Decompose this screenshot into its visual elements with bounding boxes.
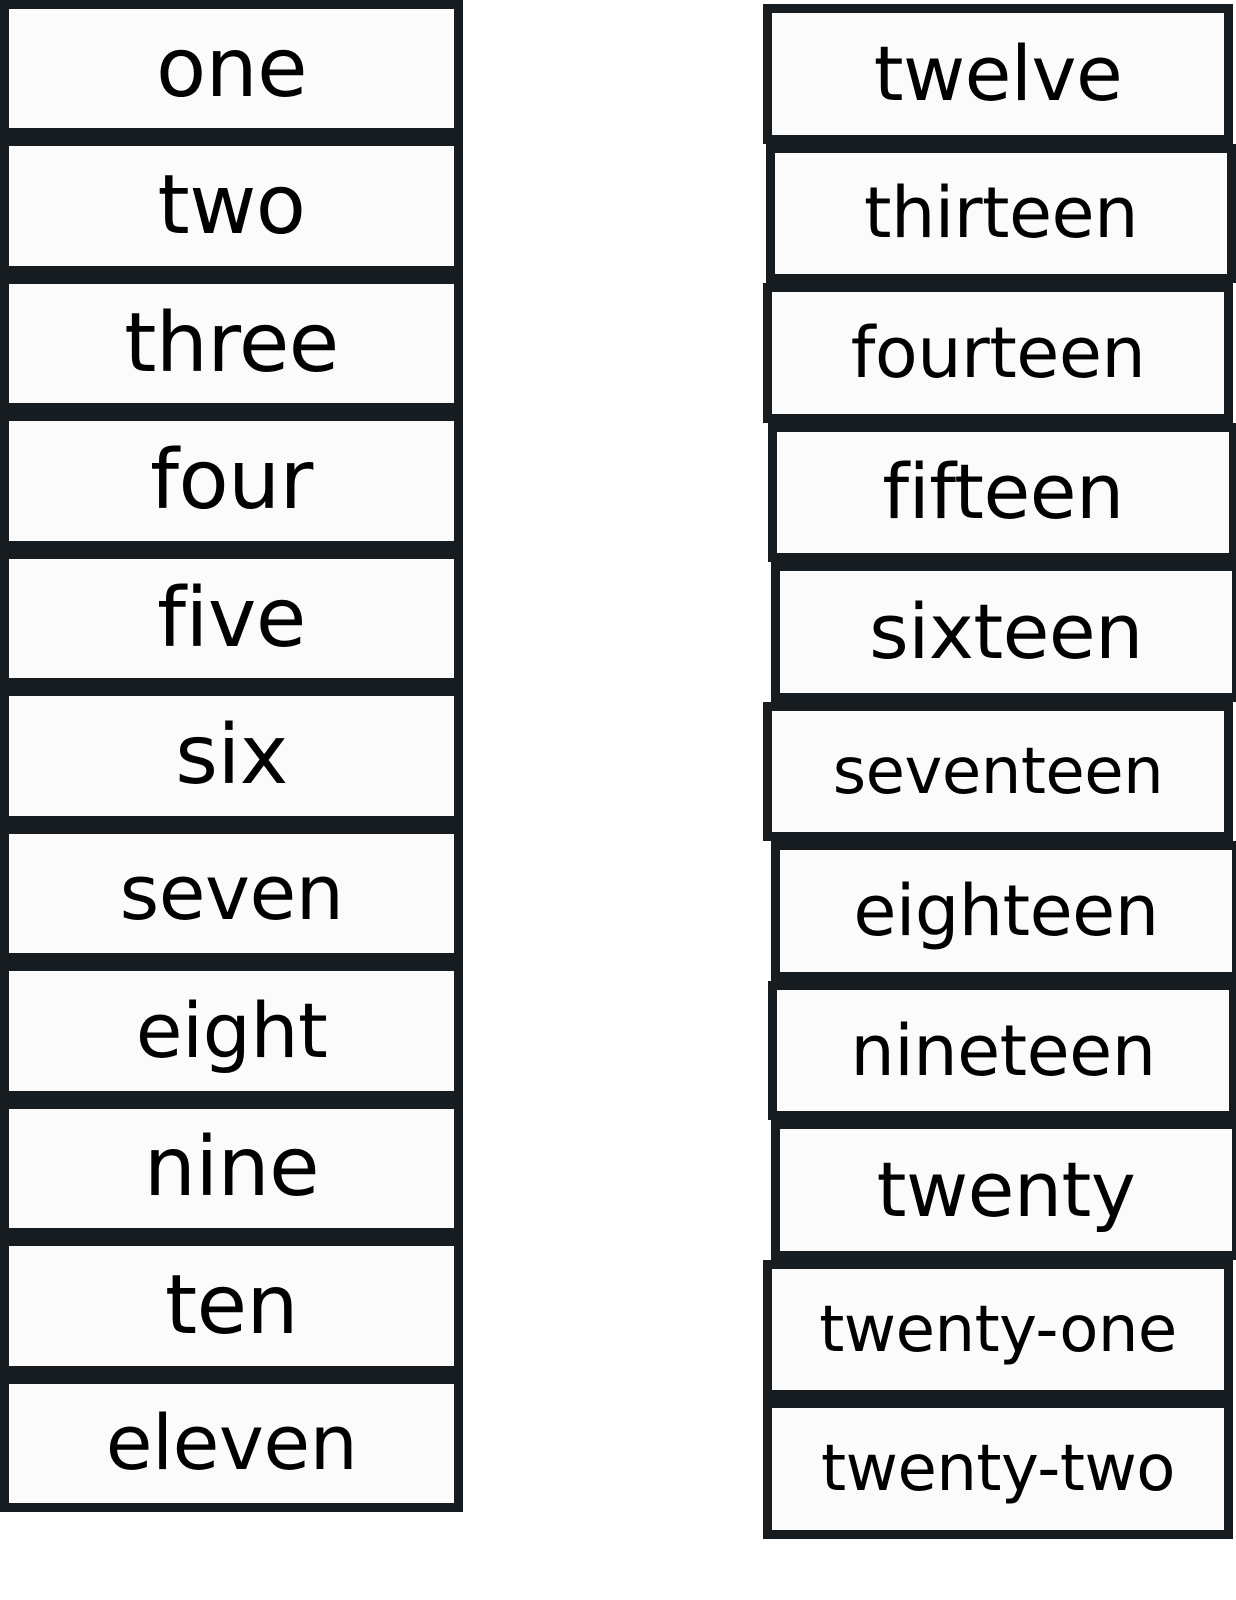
word-card-label: eighteen	[853, 870, 1159, 953]
word-card-label: one	[155, 20, 308, 116]
word-card-label: five	[157, 570, 306, 666]
word-card-label: twenty-two	[821, 1432, 1175, 1507]
word-card[interactable]: two	[0, 137, 463, 275]
word-card-label: fourteen	[850, 311, 1146, 394]
word-card[interactable]: nineteen	[768, 980, 1236, 1121]
word-card-face: five	[9, 558, 454, 679]
word-card[interactable]: sixteen	[771, 562, 1236, 702]
word-card-face: nineteen	[777, 989, 1229, 1112]
word-card-label: four	[150, 433, 313, 529]
word-card-label: two	[157, 158, 306, 254]
word-card[interactable]: five	[0, 549, 463, 688]
word-card-label: twelve	[873, 28, 1123, 118]
word-card-face: twenty-one	[772, 1268, 1224, 1391]
word-card-label: eight	[135, 985, 328, 1075]
word-card-column-right: twelve thirteen fourteen fifteen sixteen	[763, 4, 1236, 1540]
word-card-face: seventeen	[772, 710, 1224, 833]
word-card[interactable]: twelve	[763, 4, 1233, 144]
word-card-face: eighteen	[780, 850, 1232, 972]
word-card-face: ten	[9, 1246, 454, 1366]
word-card[interactable]: ten	[0, 1237, 463, 1375]
word-card-face: sixteen	[780, 571, 1232, 693]
word-card-face: three	[9, 283, 454, 404]
word-card-column-left: one two three four five six seven eight …	[0, 0, 463, 1512]
word-card[interactable]: twenty-one	[763, 1259, 1233, 1400]
word-card[interactable]: four	[0, 412, 463, 550]
word-card-face: thirteen	[775, 152, 1227, 275]
word-card-label: seven	[119, 848, 344, 938]
word-card[interactable]: fourteen	[763, 283, 1233, 423]
word-card-label: fifteen	[882, 447, 1124, 537]
word-card[interactable]: three	[0, 274, 463, 413]
word-card-face: fourteen	[772, 292, 1224, 414]
word-card[interactable]: seven	[0, 824, 463, 963]
word-card-label: nine	[143, 1120, 320, 1216]
word-card-label: ten	[164, 1257, 299, 1353]
word-card-face: seven	[9, 833, 454, 954]
word-card[interactable]: fifteen	[768, 422, 1236, 563]
word-card[interactable]: eighteen	[771, 841, 1236, 981]
word-card-face: two	[9, 146, 454, 266]
word-card-face: eight	[9, 971, 454, 1091]
worksheet-page: one two three four five six seven eight …	[0, 0, 1236, 1600]
word-card[interactable]: seventeen	[763, 701, 1233, 842]
word-card[interactable]: thirteen	[766, 143, 1236, 284]
word-card-face: twelve	[772, 13, 1224, 135]
word-card-label: sixteen	[869, 586, 1143, 676]
word-card[interactable]: twenty	[771, 1120, 1236, 1260]
word-card-face: twenty	[780, 1129, 1232, 1251]
word-card-label: nineteen	[850, 1009, 1156, 1092]
word-card[interactable]: eleven	[0, 1374, 463, 1512]
word-card-label: seventeen	[832, 734, 1164, 809]
word-card-face: nine	[9, 1108, 454, 1229]
word-card-face: twenty-two	[772, 1408, 1224, 1531]
word-card-label: six	[175, 707, 288, 803]
word-card[interactable]: twenty-two	[763, 1399, 1233, 1540]
word-card-label: three	[124, 295, 339, 391]
word-card-label: twenty-one	[819, 1292, 1177, 1367]
word-card-label: thirteen	[864, 172, 1138, 255]
word-card-face: eleven	[9, 1383, 454, 1503]
word-card-label: twenty	[876, 1145, 1136, 1235]
word-card-face: six	[9, 696, 454, 816]
word-card-face: four	[9, 421, 454, 541]
word-card[interactable]: six	[0, 687, 463, 825]
word-card-face: fifteen	[777, 431, 1229, 554]
word-card-label: eleven	[105, 1398, 358, 1488]
word-card[interactable]: eight	[0, 962, 463, 1100]
word-card[interactable]: nine	[0, 1099, 463, 1238]
word-card[interactable]: one	[0, 0, 463, 138]
word-card-face: one	[9, 9, 454, 129]
